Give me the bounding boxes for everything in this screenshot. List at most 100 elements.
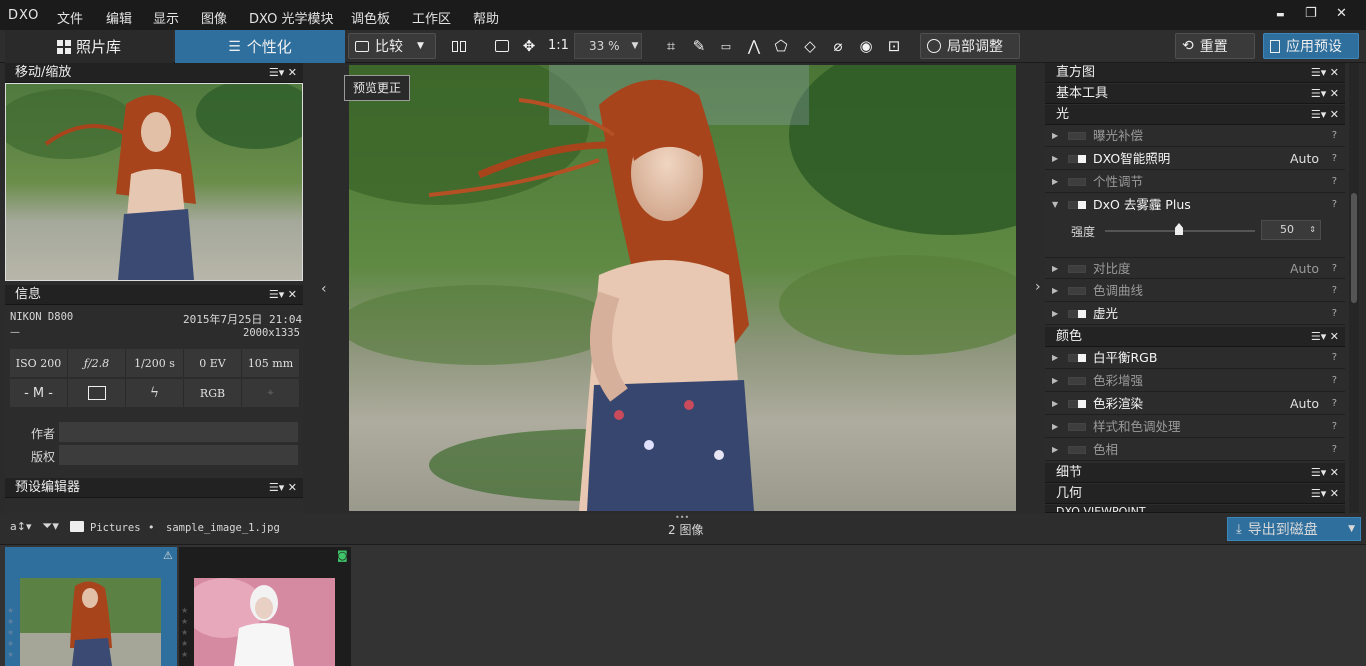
expand-icon[interactable]: ▶	[1052, 393, 1058, 415]
toggle-checkbox[interactable]	[1068, 201, 1086, 209]
basic-tools-header[interactable]: 基本工具 ☰▾ ✕	[1045, 84, 1345, 104]
tool-dehaze[interactable]: ▼ DxO 去雾霾 Plus?	[1045, 194, 1345, 216]
help-icon[interactable]: ?	[1332, 125, 1337, 147]
tool-contrast[interactable]: ▶ 对比度 Auto?	[1045, 257, 1345, 279]
folder-name[interactable]: Pictures	[90, 522, 141, 534]
tool-smart-lighting[interactable]: ▶ DXO智能照明 Auto?	[1045, 148, 1345, 170]
panel-menu-icon[interactable]: ☰▾ ✕	[1311, 63, 1339, 83]
main-photo[interactable]	[349, 65, 1016, 511]
mask-icon[interactable]: ⊡	[884, 36, 904, 56]
expand-icon[interactable]: ▶	[1052, 125, 1058, 147]
tool-hsl[interactable]: ▶ 色相?	[1045, 439, 1345, 461]
panel-menu-icon[interactable]: ☰▾ ✕	[1311, 84, 1339, 104]
chevron-down-icon[interactable]: ▼	[1348, 524, 1355, 534]
toggle-checkbox[interactable]	[1068, 155, 1086, 163]
author-field[interactable]	[59, 422, 298, 442]
sort-icon[interactable]: a↕▾	[10, 520, 31, 533]
expand-icon[interactable]: ▶	[1052, 258, 1058, 280]
minimize-button[interactable]: ▬	[1276, 10, 1285, 20]
export-button[interactable]: ⤓ 导出到磁盘 ▼	[1227, 517, 1361, 541]
toggle-checkbox[interactable]	[1068, 354, 1086, 362]
thumbnail-2[interactable]: ◙ ★ ★ ★ ★ ★	[179, 547, 351, 666]
help-icon[interactable]: ?	[1332, 370, 1337, 392]
reset-button[interactable]: ⟲ 重置	[1175, 33, 1255, 59]
repair-icon[interactable]: ⌀	[828, 36, 848, 56]
perspective-icon[interactable]: ⋀	[744, 36, 764, 56]
help-icon[interactable]: ?	[1332, 439, 1337, 461]
apply-preset-button[interactable]: 应用预设	[1263, 33, 1359, 59]
tool-style-toning[interactable]: ▶ 样式和色调处理?	[1045, 416, 1345, 438]
ratio-button[interactable]: 1:1	[548, 38, 569, 53]
scrollbar-thumb[interactable]	[1351, 193, 1357, 303]
toggle-checkbox[interactable]	[1068, 178, 1086, 186]
close-button[interactable]: ✕	[1336, 6, 1347, 21]
compare-button[interactable]: 比较 ▼	[348, 33, 436, 59]
help-icon[interactable]: ?	[1332, 148, 1337, 170]
fit-screen-icon[interactable]	[492, 36, 512, 56]
tool-tone-curve[interactable]: ▶ 色调曲线?	[1045, 280, 1345, 302]
rating-stars[interactable]: ★ ★ ★ ★ ★	[7, 605, 14, 660]
expand-icon[interactable]: ▶	[1052, 347, 1058, 369]
color-header[interactable]: 颜色 ☰▾ ✕	[1045, 327, 1345, 347]
menu-file[interactable]: 文件	[57, 8, 83, 27]
tool-white-balance[interactable]: ▶ 白平衡RGB?	[1045, 347, 1345, 369]
split-view-icon[interactable]	[449, 36, 469, 56]
tool-color-rendering[interactable]: ▶ 色彩渲染 Auto?	[1045, 393, 1345, 415]
eye-icon[interactable]: ◉	[856, 36, 876, 56]
menu-workspace[interactable]: 工作区	[412, 8, 451, 27]
eyedropper-icon[interactable]: ✎	[689, 36, 709, 56]
horizon-icon[interactable]: ▭	[716, 36, 736, 56]
crop-icon[interactable]: ⌗	[661, 36, 681, 56]
detail-header[interactable]: 细节 ☰▾ ✕	[1045, 463, 1345, 483]
toggle-checkbox[interactable]	[1068, 446, 1086, 454]
help-icon[interactable]: ?	[1332, 280, 1337, 302]
filter-icon[interactable]: ⏷▾	[42, 519, 59, 534]
panel-menu-icon[interactable]: ☰▾ ✕	[269, 285, 297, 305]
expand-icon[interactable]: ▶	[1052, 439, 1058, 461]
local-adjust-button[interactable]: 局部调整	[920, 33, 1020, 59]
menu-view[interactable]: 显示	[153, 8, 179, 27]
toggle-checkbox[interactable]	[1068, 377, 1086, 385]
histogram-header[interactable]: 直方图 ☰▾ ✕	[1045, 63, 1345, 83]
right-scrollbar[interactable]	[1349, 63, 1359, 513]
copyright-field[interactable]	[59, 445, 298, 465]
panel-menu-icon[interactable]: ☰▾ ✕	[269, 63, 297, 83]
help-icon[interactable]: ?	[1332, 416, 1337, 438]
strength-input[interactable]: 50 ⇕	[1261, 220, 1321, 240]
help-icon[interactable]: ?	[1332, 393, 1337, 415]
menu-edit[interactable]: 编辑	[106, 8, 132, 27]
restore-button[interactable]: ❐	[1305, 6, 1317, 21]
tool-vignetting[interactable]: ▶ 虚光?	[1045, 303, 1345, 325]
strength-slider-handle[interactable]	[1175, 223, 1183, 235]
menu-image[interactable]: 图像	[201, 8, 227, 27]
expand-icon[interactable]: ▶	[1052, 171, 1058, 193]
tool-color-accent[interactable]: ▶ 色彩增强?	[1045, 370, 1345, 392]
thumbnail-1[interactable]: ⚠ ★ ★ ★ ★ ★	[5, 547, 177, 666]
help-icon[interactable]: ?	[1332, 171, 1337, 193]
toggle-checkbox[interactable]	[1068, 287, 1086, 295]
perspective-8pt-icon[interactable]: ◇	[800, 36, 820, 56]
toggle-checkbox[interactable]	[1068, 400, 1086, 408]
move-icon[interactable]: ✥	[519, 36, 539, 56]
toggle-checkbox[interactable]	[1068, 132, 1086, 140]
panel-menu-icon[interactable]: ☰▾ ✕	[269, 478, 297, 498]
help-icon[interactable]: ?	[1332, 303, 1337, 325]
panel-menu-icon[interactable]: ☰▾ ✕	[1311, 484, 1339, 504]
navigator-thumbnail[interactable]	[5, 83, 303, 281]
tool-personal-adjust[interactable]: ▶ 个性调节?	[1045, 171, 1345, 193]
zoom-select[interactable]: 33 % ▼	[574, 33, 642, 59]
light-header[interactable]: 光 ☰▾ ✕	[1045, 105, 1345, 125]
expand-icon[interactable]: ▶	[1052, 370, 1058, 392]
help-icon[interactable]: ?	[1332, 347, 1337, 369]
panel-menu-icon[interactable]: ☰▾ ✕	[1311, 463, 1339, 483]
collapse-left-icon[interactable]: ‹	[321, 281, 327, 297]
help-icon[interactable]: ?	[1332, 194, 1337, 216]
viewpoint-header[interactable]: DXO VIEWPOINT	[1045, 505, 1345, 513]
perspective-rect-icon[interactable]: ⬠	[771, 36, 791, 56]
help-icon[interactable]: ?	[1332, 258, 1337, 280]
tab-customize[interactable]: ☰ 个性化	[175, 30, 345, 63]
resize-handle-icon[interactable]: •••	[675, 513, 689, 522]
panel-menu-icon[interactable]: ☰▾ ✕	[1311, 327, 1339, 347]
toggle-checkbox[interactable]	[1068, 265, 1086, 273]
expand-icon[interactable]: ▶	[1052, 280, 1058, 302]
